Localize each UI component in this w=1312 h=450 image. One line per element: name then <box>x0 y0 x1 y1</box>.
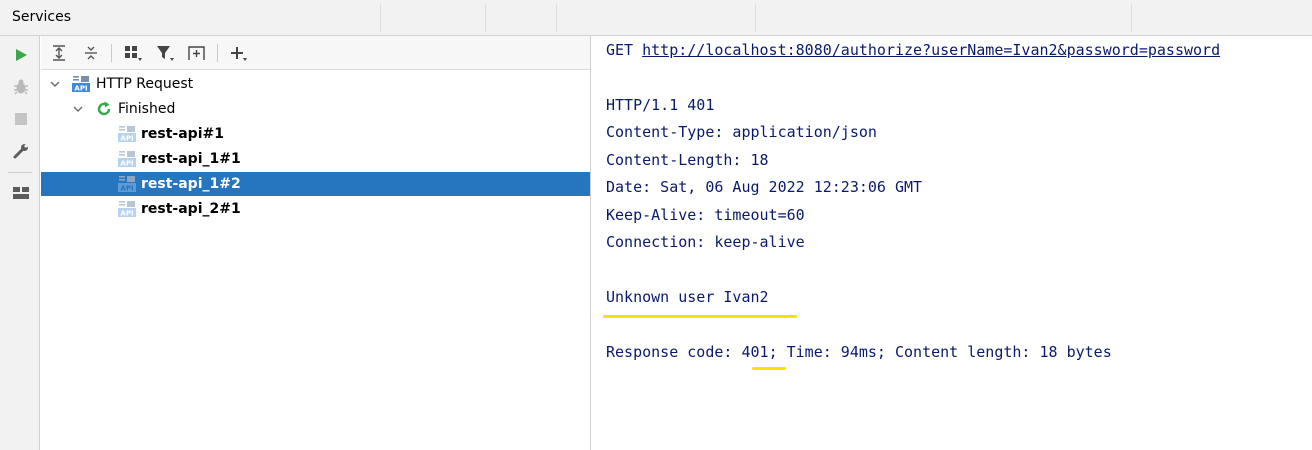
toolbar-separator <box>111 44 112 62</box>
window-title: Services <box>12 9 72 25</box>
header-line: Keep-Alive: timeout=60 <box>606 206 805 224</box>
tree-item-label: rest-api_1#1 <box>141 151 241 167</box>
new-tab-icon[interactable] <box>185 42 209 64</box>
tree-node-label: Finished <box>118 101 176 117</box>
toolbar-divider <box>8 172 32 173</box>
request-url-link[interactable]: http://localhost:8080/authorize?userName… <box>642 41 1220 59</box>
left-toolbar <box>0 36 40 450</box>
request-method: GET <box>606 41 634 59</box>
add-icon[interactable] <box>227 42 251 64</box>
header-line: Content-Length: 18 <box>606 151 769 169</box>
code-highlight-underline <box>752 367 786 370</box>
summary-suffix: ; Time: 94ms; Content length: 18 bytes <box>768 343 1112 361</box>
summary-code: 401 <box>741 343 769 361</box>
tree-toolbar <box>41 36 590 70</box>
request-line: GET http://localhost:8080/authorize?user… <box>606 41 1220 59</box>
debug-icon[interactable] <box>10 76 32 98</box>
response-viewer[interactable]: GET http://localhost:8080/authorize?user… <box>592 36 1312 450</box>
svg-text:API: API <box>74 85 87 93</box>
tree-item-rest-api-2-1[interactable]: API rest-api_2#1 <box>41 197 590 221</box>
svg-text:API: API <box>120 210 133 218</box>
tree-item-rest-api-1-2[interactable]: API rest-api_1#2 <box>41 172 590 196</box>
toolbar-separator <box>217 44 218 62</box>
services-title-bar: Services <box>0 0 1312 36</box>
response-summary: Response code: 401; Time: 94ms; Content … <box>606 343 1112 361</box>
expand-all-icon[interactable] <box>47 42 71 64</box>
api-icon: API <box>72 76 90 93</box>
status-line: HTTP/1.1 401 <box>606 96 715 114</box>
header-line: Date: Sat, 06 Aug 2022 12:23:06 GMT <box>606 178 923 196</box>
api-icon: API <box>118 126 136 143</box>
tree-item-label: rest-api_2#1 <box>141 201 241 217</box>
stop-icon[interactable] <box>10 108 32 130</box>
api-icon: API <box>118 151 136 168</box>
run-icon[interactable] <box>10 44 32 66</box>
services-tree-pane: API HTTP Request Finished API rest-api#1… <box>41 36 591 450</box>
title-divider <box>755 4 756 32</box>
tree-node-finished[interactable]: Finished <box>41 97 590 121</box>
tree-item-label: rest-api_1#2 <box>141 176 241 192</box>
body-highlight-underline <box>603 315 797 318</box>
svg-text:API: API <box>120 185 133 193</box>
svg-text:API: API <box>120 160 133 168</box>
response-body: Unknown user Ivan2 <box>606 288 769 306</box>
filter-icon[interactable] <box>153 42 177 64</box>
tree-item-rest-api-1[interactable]: API rest-api#1 <box>41 122 590 146</box>
layout-icon[interactable] <box>10 182 32 204</box>
api-icon: API <box>118 176 136 193</box>
title-divider <box>556 4 557 32</box>
group-by-icon[interactable] <box>121 42 145 64</box>
tree-item-label: rest-api#1 <box>141 126 224 142</box>
header-line: Content-Type: application/json <box>606 123 877 141</box>
tree-node-label: HTTP Request <box>96 76 194 92</box>
summary-prefix: Response code: <box>606 343 742 361</box>
tree-node-http-request[interactable]: API HTTP Request <box>41 72 590 96</box>
title-divider <box>1131 4 1132 32</box>
tree-item-rest-api-1-1[interactable]: API rest-api_1#1 <box>41 147 590 171</box>
collapse-all-icon[interactable] <box>79 42 103 64</box>
title-divider <box>380 4 381 32</box>
wrench-icon[interactable] <box>10 140 32 162</box>
chevron-down-icon[interactable] <box>49 78 61 90</box>
header-line: Connection: keep-alive <box>606 233 805 251</box>
title-divider <box>485 4 486 32</box>
chevron-down-icon[interactable] <box>72 103 84 115</box>
svg-text:API: API <box>120 135 133 143</box>
finished-icon <box>97 101 111 116</box>
api-icon: API <box>118 201 136 218</box>
